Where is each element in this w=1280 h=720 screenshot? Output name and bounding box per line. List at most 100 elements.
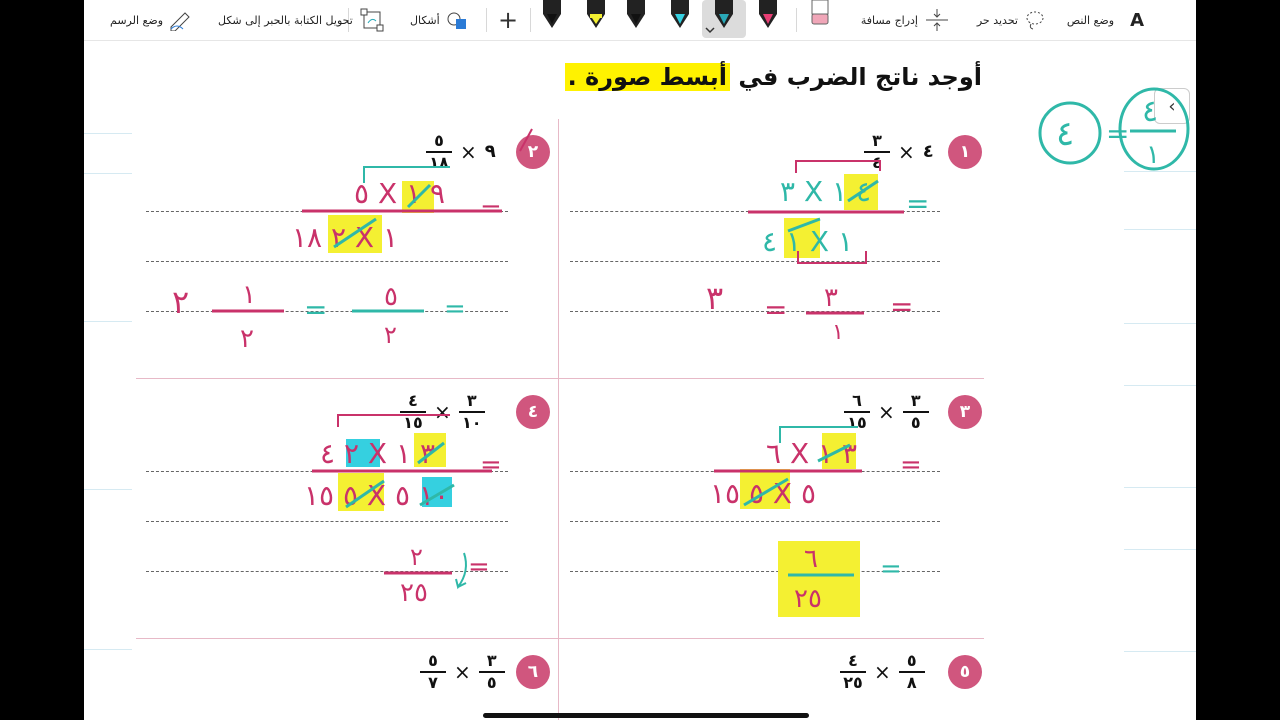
lasso-select-button[interactable]: تحديد حر: [977, 0, 1046, 40]
eraser-icon[interactable]: [811, 0, 829, 26]
insert-space-button[interactable]: إدراج مسافة: [861, 0, 950, 40]
home-indicator: [483, 713, 809, 718]
ink-text: =: [444, 294, 466, 324]
lasso-select-label: تحديد حر: [976, 13, 1018, 27]
answer-line: [570, 521, 940, 522]
answer-line: [146, 261, 508, 262]
ruled-line: [84, 489, 132, 490]
whole-value: ٤: [922, 141, 934, 162]
highlight-mark: [784, 218, 820, 258]
highlight-mark: [346, 439, 380, 467]
problem-1-expression: ٣٤ × ٤: [864, 132, 934, 172]
text-mode-button[interactable]: وضع النص A: [1067, 0, 1144, 40]
ink-stroke: [333, 217, 377, 249]
highlight-mark: [338, 473, 384, 511]
toolbar: وضع النص A تحديد حر إدراج مسافة + أشكال: [84, 0, 1196, 41]
ink-stroke: [455, 552, 467, 590]
toolbar-divider: [530, 8, 531, 32]
numerator: ٣: [466, 391, 477, 410]
plus-icon: +: [498, 6, 519, 34]
answer-line: [570, 211, 940, 212]
ink-text: ٢: [410, 543, 423, 571]
problem-number-badge: ٤: [516, 395, 550, 429]
ink-text: =: [900, 450, 922, 480]
ink-text: ٦ X ٣ ١: [766, 437, 857, 470]
toolbar-divider: [486, 8, 487, 32]
ink-text: =: [468, 552, 490, 582]
ruled-line: [84, 133, 132, 134]
ink-text: ٢ ٤ X ٣ ١: [320, 437, 435, 470]
whole-number: ٤: [923, 143, 934, 161]
collapse-panel-button[interactable]: ‹: [1154, 88, 1190, 124]
pink-pen-icon[interactable]: [757, 0, 779, 30]
highlight-mark: [844, 174, 878, 210]
shapes-icon: [447, 12, 466, 29]
ink-text: ٥: [384, 282, 398, 312]
ink-text: =: [764, 293, 787, 326]
problem-6-expression: ٥٧ × ٣٥: [420, 652, 505, 692]
highlight-mark: [740, 469, 790, 509]
denominator: ١٠: [462, 413, 482, 432]
fraction: ٦ ١٥: [844, 392, 870, 432]
highlight-mark: [328, 215, 382, 253]
row-divider: [136, 378, 984, 379]
fraction: ٣٥: [902, 391, 929, 432]
highlight-mark: [422, 477, 452, 507]
numerator: ٥: [428, 651, 438, 670]
numerator: ٦: [852, 391, 862, 410]
notebook-app: وضع النص A تحديد حر إدراج مسافة + أشكال: [84, 0, 1196, 720]
ink-text: =: [906, 187, 929, 220]
denominator: ٤: [872, 153, 882, 172]
denominator: ١٥: [403, 413, 423, 432]
fraction: ٣ ١٠: [458, 391, 485, 432]
draw-mode-label: وضع الرسم: [110, 13, 164, 27]
whole-value: ٩: [484, 141, 496, 162]
numerator: ٣: [910, 391, 921, 410]
problem-1-work: ٣ X ٤ ١ ١ ٤ X ١ = = ٣ ١ = ٣: [706, 160, 929, 345]
denominator: ٢٥: [843, 673, 863, 692]
ink-stroke: [417, 441, 445, 465]
shapes-button[interactable]: أشكال: [410, 0, 468, 40]
ink-text: =: [304, 293, 327, 326]
ink-stroke: [743, 477, 789, 507]
answer-line: [146, 311, 508, 312]
ink-stroke: [787, 217, 821, 233]
teal-pen-icon[interactable]: [713, 0, 735, 30]
highlight-mark: [414, 433, 446, 467]
black-pen-icon[interactable]: [625, 0, 647, 30]
ink-stroke: [419, 483, 455, 507]
whole-number: ٩: [485, 143, 496, 161]
fraction: ٥٧: [420, 652, 446, 692]
problem-number-badge: ١: [948, 135, 982, 169]
cyan-pen-icon[interactable]: [669, 0, 691, 30]
ink-text: ٢: [384, 321, 397, 349]
black-marker-icon[interactable]: [541, 0, 563, 30]
ruled-line: [84, 321, 132, 322]
ink-text: =: [890, 290, 913, 323]
chevron-down-icon[interactable]: [705, 27, 715, 35]
ink-stroke: [345, 479, 385, 509]
fraction: ٤ ٢٥: [840, 652, 866, 692]
highlight-mark: [822, 433, 856, 469]
problem-4-work: ٢ ٤ X ٣ ١ ٥ ١٥ X ١٠ ٥ = ٢ ٢٥ =: [304, 414, 502, 608]
problem-5-expression: ٤ ٢٥ × ٥٨: [840, 652, 925, 692]
pen-draw-icon: [170, 12, 190, 31]
ink-text: ١: [1146, 140, 1160, 170]
ink-text: =: [880, 554, 902, 584]
highlight-mark: [778, 541, 860, 617]
add-tool-button[interactable]: +: [498, 0, 518, 40]
highlight-mark: [402, 181, 434, 213]
ink-to-shape-button[interactable]: تحويل الكتابة بالحبر إلى شكل: [218, 0, 385, 40]
times-sign: ×: [874, 660, 891, 684]
ruled-line: [1124, 171, 1196, 172]
problem-number-badge: ٢: [516, 135, 550, 169]
ink-text: ٣: [824, 283, 838, 313]
ruled-line: [1124, 385, 1196, 386]
draw-mode-button[interactable]: وضع الرسم: [110, 0, 193, 40]
problem-3-expression: ٦ ١٥ × ٣٥: [844, 392, 929, 432]
denominator: ١٥: [847, 413, 867, 432]
denominator: ٥: [486, 673, 497, 692]
yellow-highlighter-icon[interactable]: [585, 0, 607, 30]
numerator: ٥: [906, 651, 917, 670]
insert-space-icon: [926, 9, 948, 31]
